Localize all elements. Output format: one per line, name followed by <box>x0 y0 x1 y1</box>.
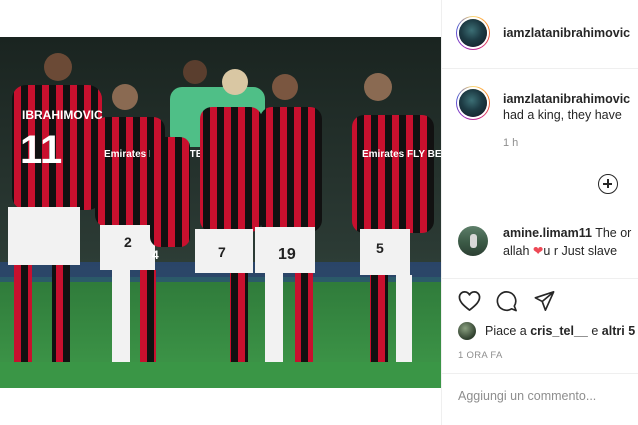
author-avatar[interactable] <box>456 16 490 50</box>
post-header: iamzlatanibrahimovic <box>442 0 638 69</box>
actions-divider <box>442 278 638 279</box>
post-timestamp[interactable]: 1 ORA FA <box>458 350 503 361</box>
likes-prefix: Piace a <box>485 324 527 338</box>
post-sidebar: iamzlatanibrahimovic iamzlatanibrahimovi… <box>441 0 638 425</box>
paper-plane-icon[interactable] <box>533 290 556 312</box>
commenter-avatar[interactable] <box>458 226 488 256</box>
comment-text-2b: u r Just slave <box>543 244 618 258</box>
jersey-number: 19 <box>278 246 296 263</box>
comment-text-2a: allah <box>503 244 530 258</box>
jersey-number: 11 <box>20 128 62 172</box>
likes-connector: e <box>591 324 599 338</box>
comment-input-divider <box>442 373 638 374</box>
caption-avatar[interactable] <box>456 86 490 120</box>
add-comment-input[interactable] <box>458 389 633 403</box>
likes-others-link[interactable]: altri 5 <box>602 324 635 338</box>
post-media-area: IBRAHIMOVIC 11 Emirates FLY BETTER 2 <box>0 0 441 425</box>
sponsor-text: Emirates FLY BETTER <box>362 149 441 160</box>
load-more-comments-button[interactable] <box>598 174 618 194</box>
jersey-number: 5 <box>376 240 384 256</box>
likes-summary: Piace a cris_tel__ e altri 5 <box>485 324 635 338</box>
jersey-number: 2 <box>124 234 132 250</box>
comment-text-1: The or <box>595 226 632 240</box>
jersey-number: 7 <box>218 244 226 260</box>
red-heart-emoji-icon: ❤ <box>532 244 544 258</box>
author-username[interactable]: iamzlatanibrahimovic <box>503 26 630 40</box>
comment-line-2: allah ❤u r Just slave <box>503 243 617 258</box>
liker-avatar[interactable] <box>458 322 476 340</box>
caption-age[interactable]: 1 h <box>503 137 518 149</box>
speech-bubble-icon[interactable] <box>495 290 518 312</box>
player-4: 4 <box>150 137 190 262</box>
commenter-username[interactable]: amine.limam11 <box>503 226 592 240</box>
post-photo[interactable]: IBRAHIMOVIC 11 Emirates FLY BETTER 2 <box>0 37 441 388</box>
jersey-name: IBRAHIMOVIC <box>22 108 103 122</box>
jersey-number: 4 <box>152 248 159 262</box>
caption-username[interactable]: iamzlatanibrahimovic <box>503 92 630 106</box>
comment-line-1: amine.limam11 The or <box>503 226 631 240</box>
caption-text: had a king, they have <box>503 108 622 122</box>
liker-username[interactable]: cris_tel__ <box>530 324 588 338</box>
heart-outline-icon[interactable] <box>458 290 481 312</box>
